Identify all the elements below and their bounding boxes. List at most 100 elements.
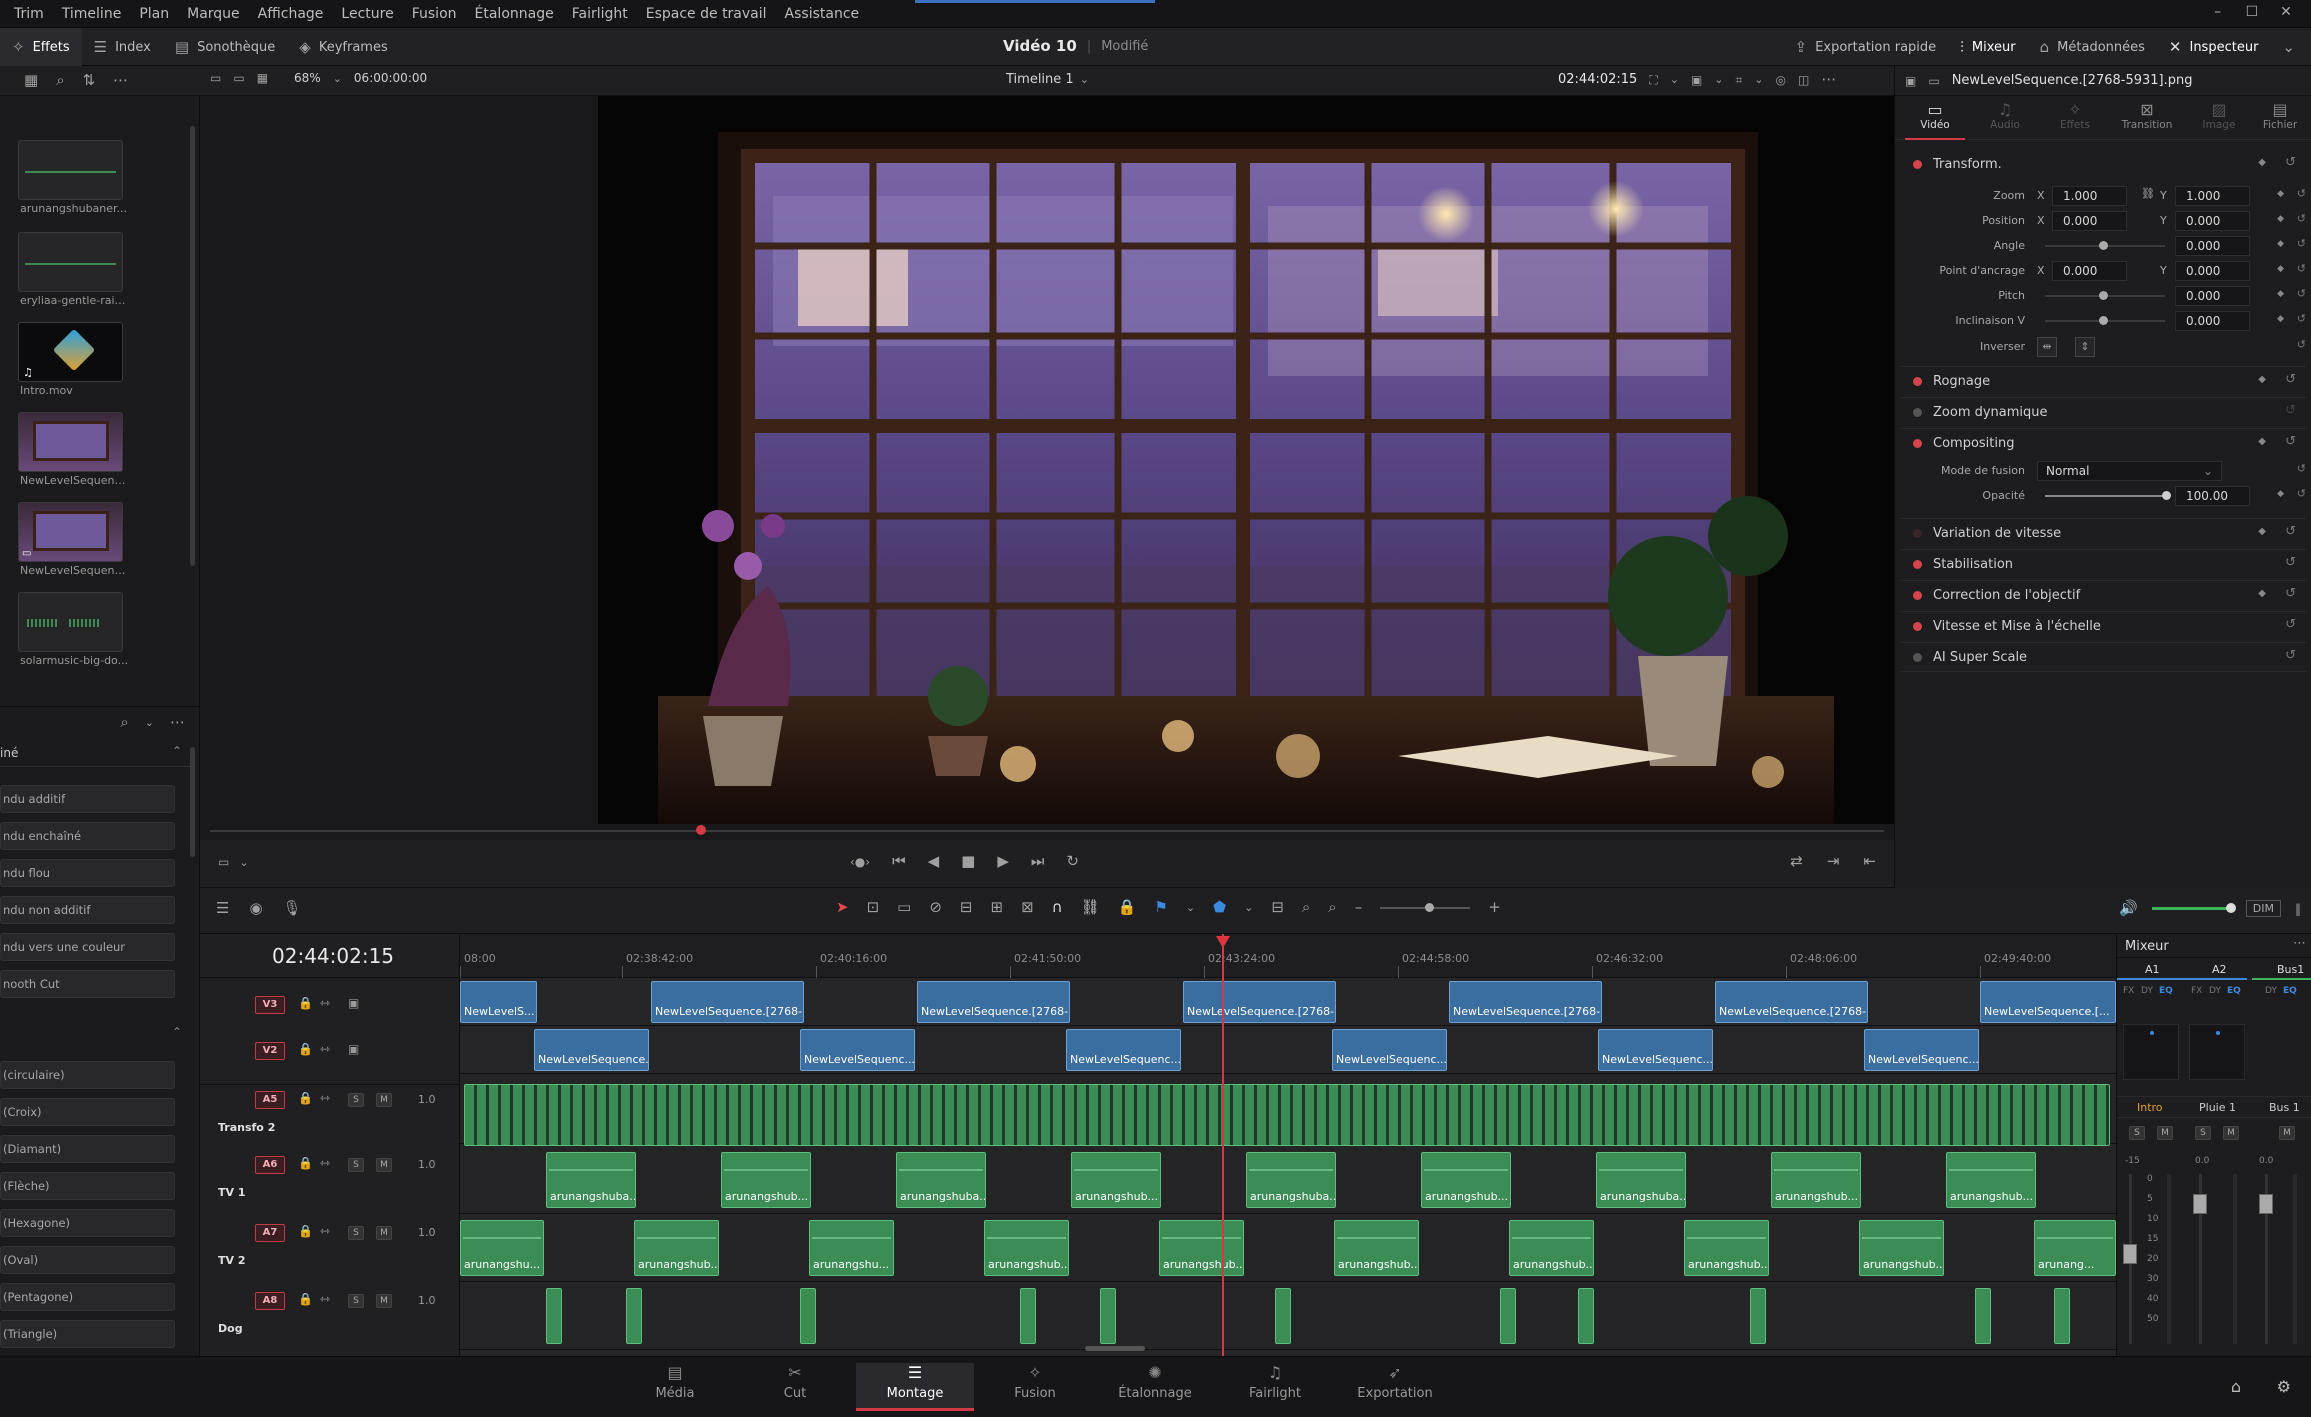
tab-audio[interactable]: ♫ Audio <box>1975 96 2035 140</box>
mute-button[interactable]: M <box>376 1093 392 1107</box>
audio-clip[interactable]: arunangshub... <box>1421 1152 1511 1208</box>
menu-assistance[interactable]: Assistance <box>785 6 860 22</box>
audio-clip[interactable] <box>546 1288 562 1344</box>
chevron-down-icon[interactable]: ⌄ <box>333 73 342 84</box>
reset-icon[interactable]: ↺ <box>2285 155 2296 170</box>
more-icon[interactable]: ⋯ <box>113 73 128 88</box>
effect-item[interactable]: nooth Cut <box>0 970 175 998</box>
gear-icon[interactable]: ⚙ <box>2277 1377 2291 1396</box>
video-clip[interactable]: NewLevelSequence.[2768-... <box>1715 981 1868 1023</box>
microphone-icon[interactable]: 🎙 <box>283 901 302 916</box>
keyframe-icon[interactable]: ◆ <box>2277 239 2284 249</box>
monitor-icon[interactable]: ▣ <box>1691 74 1702 86</box>
enable-toggle[interactable] <box>1913 160 1922 169</box>
menu-timeline[interactable]: Timeline <box>62 6 122 22</box>
keyframe-icon[interactable]: ◆ <box>2258 436 2266 447</box>
audio-clip[interactable]: arunangshub... <box>1334 1220 1419 1276</box>
position-y-field[interactable]: 0.000 <box>2175 211 2250 231</box>
audio-clip[interactable] <box>1975 1288 1991 1344</box>
audio-clip[interactable]: arunangshuba... <box>896 1152 986 1208</box>
overwrite-clip-icon[interactable]: ⊞ <box>991 900 1004 915</box>
effect-item[interactable]: ndu enchaîné <box>0 822 175 850</box>
audio-clip[interactable]: arunangshuba... <box>546 1152 636 1208</box>
page-media[interactable]: ▤ Média <box>616 1363 734 1411</box>
track-tag-v2[interactable]: V2 <box>255 1042 285 1060</box>
effect-item[interactable]: ndu flou <box>0 859 175 887</box>
eq-button[interactable]: EQ <box>2283 986 2297 996</box>
effects-category-header[interactable]: iné ⌃ <box>0 741 190 767</box>
flip-vertical-icon[interactable]: ⇕ <box>2075 337 2095 357</box>
audio-clip-strip[interactable] <box>464 1084 2110 1146</box>
effects-button[interactable]: ✧ Effets <box>0 28 82 66</box>
eq-button[interactable]: EQ <box>2227 986 2241 996</box>
auto-select-icon[interactable]: ⇿ <box>320 1156 330 1170</box>
enable-toggle[interactable] <box>1913 377 1922 386</box>
effect-item[interactable]: ndu additif <box>0 785 175 813</box>
timeline-scrollbar[interactable] <box>1085 1346 1145 1351</box>
collapse-button[interactable]: ⌄ <box>2270 28 2307 66</box>
effects-category-header-2[interactable]: ⌃ <box>0 1025 190 1045</box>
lock-icon[interactable]: 🔒 <box>298 1042 313 1056</box>
dynamics-button[interactable]: DY <box>2141 986 2153 996</box>
blade-mode-icon[interactable]: ▭ <box>897 900 911 915</box>
volume-slider[interactable] <box>2151 903 2236 913</box>
zoom-custom-icon[interactable]: ⌕ <box>1328 900 1336 915</box>
video-clip[interactable]: NewLevelSequence.[2768-... <box>651 981 804 1023</box>
enable-toggle[interactable] <box>1913 591 1922 600</box>
pan-control-a2[interactable] <box>2189 1024 2245 1080</box>
transform-icon[interactable]: ⌗ <box>1736 74 1743 86</box>
video-clip[interactable]: NewLevelSequence.[2768-... <box>1183 981 1336 1023</box>
audio-clip[interactable]: arunangshuba... <box>1596 1152 1686 1208</box>
viewer-playhead[interactable] <box>696 825 706 835</box>
mute-button[interactable]: M <box>376 1294 392 1308</box>
section-lens-correction[interactable]: Correction de l'objectif ◆ ↺ <box>1901 580 2306 610</box>
replace-clip-icon[interactable]: ⊠ <box>1021 900 1034 915</box>
audio-clip[interactable]: arunangshub... <box>1946 1152 2036 1208</box>
audio-clip[interactable] <box>1500 1288 1516 1344</box>
enable-toggle[interactable] <box>1913 560 1922 569</box>
home-icon[interactable]: ⌂ <box>2231 1377 2241 1396</box>
fader-a2[interactable] <box>2193 1194 2207 1214</box>
reset-icon[interactable]: ↺ <box>2297 237 2306 250</box>
reset-icon[interactable]: ↺ <box>2297 262 2306 275</box>
media-thumb-audio-1[interactable] <box>18 140 123 200</box>
solo-button[interactable]: S <box>348 1294 364 1308</box>
reset-icon[interactable]: ↺ <box>2297 487 2306 500</box>
opacity-slider[interactable] <box>2045 495 2167 497</box>
menu-plan[interactable]: Plan <box>139 6 169 22</box>
reset-icon[interactable]: ↺ <box>2285 403 2296 418</box>
link-icon[interactable]: ⛓ <box>2141 187 2155 200</box>
track-volume[interactable]: 1.0 <box>418 1226 436 1239</box>
sort-icon[interactable]: ⇅ <box>83 73 96 88</box>
menu-marque[interactable]: Marque <box>187 6 240 22</box>
video-clip[interactable]: NewLevelSequence.[2768-... <box>917 981 1070 1023</box>
zoom-full-icon[interactable]: ⊟ <box>1271 900 1284 915</box>
insert-clip-icon[interactable]: ⊟ <box>960 900 973 915</box>
skip-start-icon[interactable]: ⏮ <box>892 854 906 869</box>
enable-toggle[interactable] <box>1913 529 1922 538</box>
tab-transition[interactable]: ⊠ Transition <box>2109 96 2185 140</box>
opacity-slider-handle[interactable] <box>2162 491 2171 500</box>
zoom-slider[interactable] <box>1380 902 1471 912</box>
split-view-icon[interactable]: ◫ <box>1798 74 1809 86</box>
media-pool-scrollbar[interactable] <box>190 126 195 566</box>
angle-field[interactable]: 0.000 <box>2175 236 2250 256</box>
media-thumb-intro[interactable]: ♫ <box>18 322 123 382</box>
menu-espace-de-travail[interactable]: Espace de travail <box>646 6 767 22</box>
reset-icon[interactable]: ↺ <box>2285 586 2296 601</box>
audio-clip[interactable]: arunangshub... <box>1859 1220 1944 1276</box>
mute-button[interactable]: M <box>2157 1126 2173 1140</box>
dim-button[interactable]: DIM <box>2245 900 2281 917</box>
chevron-down-icon[interactable]: ⌄ <box>1714 74 1723 85</box>
effect-item[interactable]: (Hexagone) <box>0 1209 175 1237</box>
index-button[interactable]: ☰ Index <box>82 28 163 66</box>
volume-slider-handle[interactable] <box>2225 903 2236 913</box>
page-cut[interactable]: ✂ Cut <box>736 1363 854 1411</box>
view-icon[interactable]: ◉ <box>249 901 262 916</box>
audio-clip[interactable] <box>1750 1288 1766 1344</box>
track-tag-a6[interactable]: A6 <box>255 1156 285 1174</box>
mute-button[interactable]: M <box>376 1158 392 1172</box>
pan-control-a1[interactable] <box>2123 1024 2179 1080</box>
flag-icon[interactable]: ⚑ <box>1154 900 1167 915</box>
stop-icon[interactable]: ■ <box>961 854 975 869</box>
